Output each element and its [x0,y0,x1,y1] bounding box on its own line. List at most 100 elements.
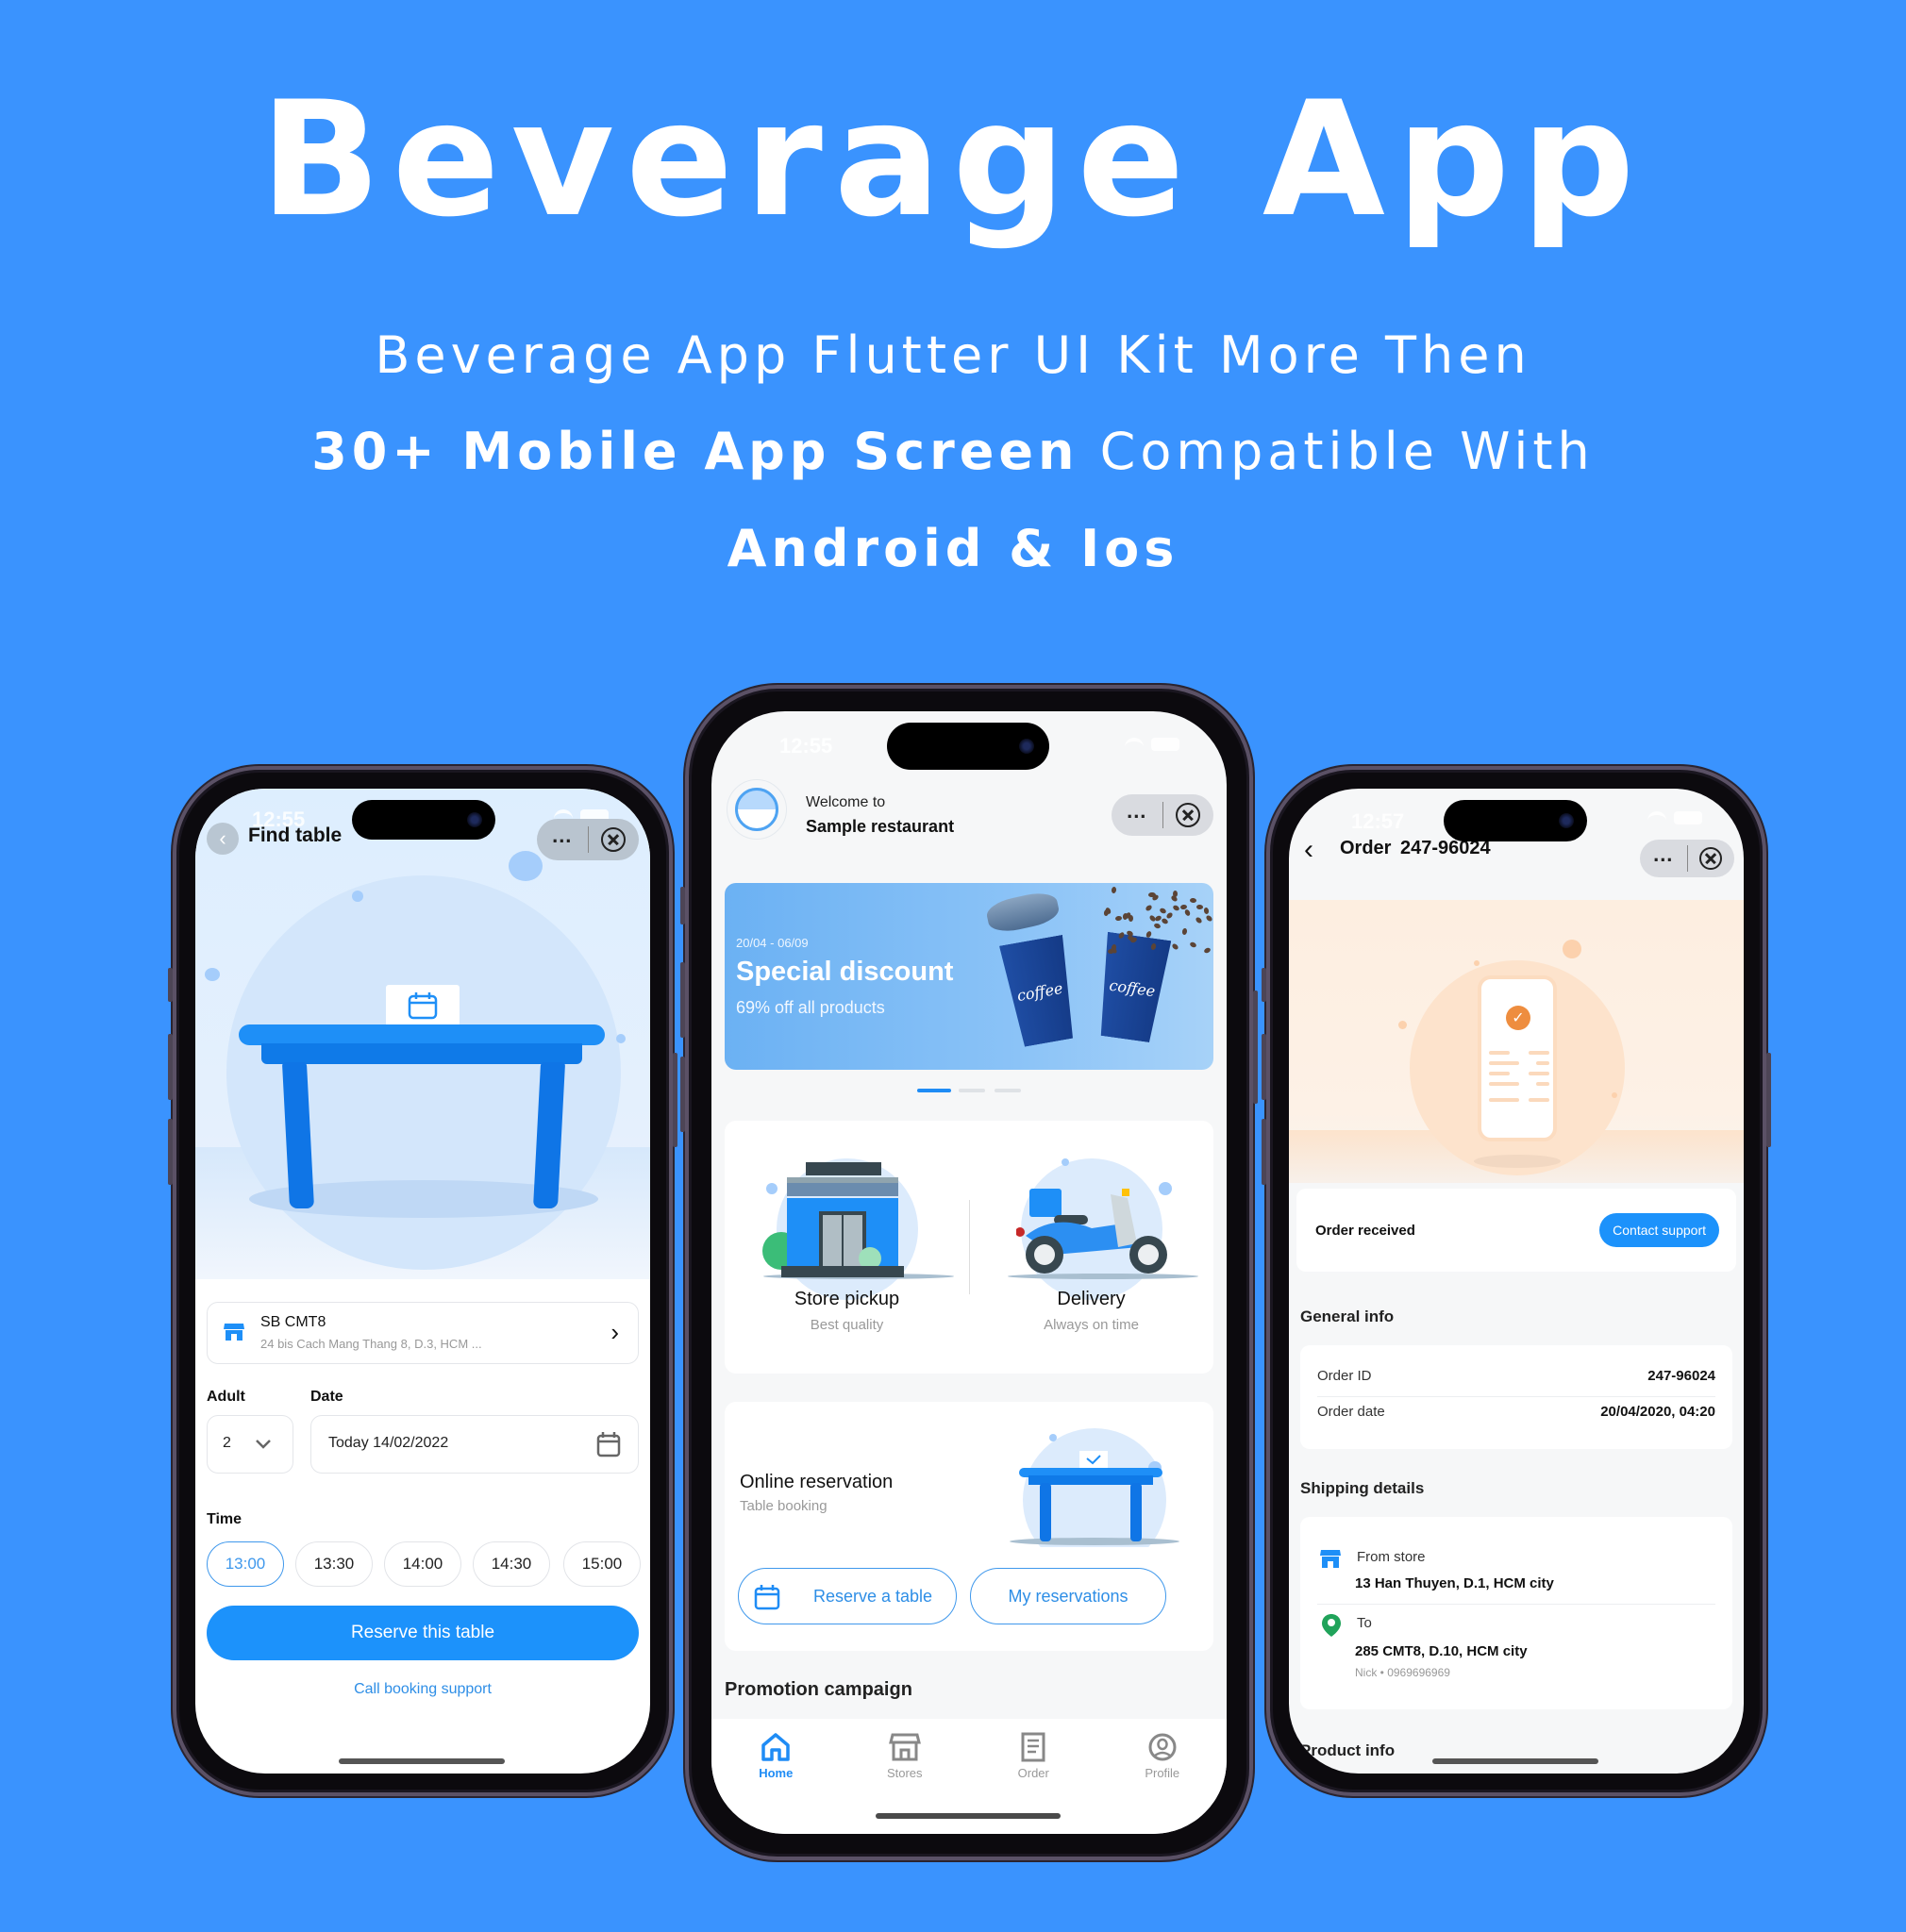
more-button[interactable]: ... [1640,844,1687,865]
close-button[interactable] [588,827,639,852]
promo-banner[interactable]: 20/04 - 06/09 Special discount 69% off a… [725,883,1213,1070]
recipient-info: Nick • 0969696969 [1355,1666,1450,1679]
mini-app-capsule: ... [1640,840,1734,877]
service-desc: Best quality [810,1317,884,1333]
service-name: Delivery [1057,1289,1126,1309]
pager-dot[interactable] [995,1089,1021,1092]
pager-dot[interactable] [959,1089,985,1092]
coffee-bean [1205,914,1213,923]
phone-power-button [673,1053,677,1147]
info-value: 20/04/2020, 04:20 [1600,1403,1715,1420]
coffee-bean [1203,946,1212,955]
service-desc: Always on time [1044,1317,1139,1333]
hero-subtitle-line-2: 30+ Mobile App Screen Compatible With [0,426,1906,477]
more-button[interactable]: ... [537,825,588,846]
store-selector[interactable]: SB CMT8 24 bis Cach Mang Thang 8, D.3, H… [207,1302,639,1364]
calendar-icon [596,1432,621,1457]
more-button[interactable]: ... [1112,801,1162,822]
restaurant-logo [727,779,787,840]
status-time: 12:55 [779,734,833,758]
date-label: Date [310,1389,343,1405]
table-illustration [195,789,650,1279]
status-time: 12:57 [1351,809,1405,833]
close-button[interactable] [1162,803,1213,827]
banner-title: Special discount [736,957,954,987]
contact-support-button[interactable]: Contact support [1599,1213,1719,1247]
coffee-bean [1114,915,1122,922]
date-field[interactable]: Today 14/02/2022 [310,1415,639,1474]
adult-select[interactable]: 2 [207,1415,293,1474]
time-label: Time [207,1511,242,1527]
chevron-left-icon: ‹ [1304,834,1313,865]
call-support-link[interactable]: Call booking support [195,1681,650,1698]
bubble [509,851,543,881]
hero-compat-text: Compatible With [1078,422,1595,481]
tab-stores[interactable]: Stores [841,1732,970,1780]
cup-lid [984,889,1062,936]
phone-volume-down [1262,1119,1266,1185]
back-button[interactable]: ‹ [207,823,239,855]
coffee-bean [1196,904,1204,909]
coffee-bean [1179,904,1187,910]
from-label: From store [1357,1549,1426,1565]
time-slot-chip[interactable]: 14:00 [384,1541,461,1587]
restaurant-name: Sample restaurant [806,817,955,836]
time-slot-chip[interactable]: 15:00 [563,1541,641,1587]
store-address: 24 bis Cach Mang Thang 8, D.3, HCM ... [260,1337,482,1351]
time-slot-chip[interactable]: 13:00 [207,1541,284,1587]
phone-volume-down [168,1119,173,1185]
close-button[interactable] [1687,847,1734,870]
home-icon [761,1733,790,1761]
coffee-bean [1189,941,1197,949]
tab-order[interactable]: Order [969,1732,1098,1780]
shipping-details-card: From store 13 Han Thuyen, D.1, HCM city … [1300,1517,1732,1709]
order-detail-screen: 12:57 ‹ Order 247-96024 ... ✓ Order rece… [1289,789,1744,1774]
promotion-campaign-heading: Promotion campaign [725,1679,912,1700]
reserve-table-button[interactable]: Reserve this table [207,1606,639,1660]
reservation-title: Online reservation [740,1472,894,1492]
coffee-bean [1203,907,1210,915]
coffee-bean [1171,942,1179,951]
tab-profile[interactable]: Profile [1098,1732,1228,1780]
adult-label: Adult [207,1389,245,1405]
reserve-a-table-button[interactable]: Reserve a table [738,1568,957,1624]
time-slot-chip[interactable]: 14:30 [473,1541,550,1587]
close-circle-icon [1176,803,1201,827]
date-value: Today 14/02/2022 [328,1435,449,1451]
store-pickup-option[interactable]: Store pickup Best quality [725,1121,969,1374]
store-icon [224,1324,244,1341]
pager-dot-active[interactable] [917,1089,951,1092]
banner-subtitle: 69% off all products [736,998,885,1017]
info-row: Order date 20/04/2020, 04:20 [1317,1394,1715,1428]
tab-label: Profile [1145,1766,1180,1780]
time-slot-chip[interactable]: 13:30 [295,1541,373,1587]
delivery-option[interactable]: Delivery Always on time [969,1121,1213,1374]
phone-find-table: 12:55 ‹ Find table ... SB CMT8 24 bis Ca… [168,766,677,1796]
info-row: Order ID 247-96024 [1317,1358,1715,1392]
chevron-down-icon [256,1440,271,1449]
phone-volume-down [680,1057,685,1132]
order-status-card: Order received Contact support [1296,1189,1736,1272]
chevron-left-icon: ‹ [219,826,226,850]
phone-action-button [168,968,173,1002]
close-circle-icon [1699,847,1723,870]
tab-home[interactable]: Home [711,1732,841,1780]
product-info-heading: Product info [1300,1741,1396,1759]
mini-app-capsule: ... [537,819,639,860]
battery-icon [1674,811,1702,824]
coffee-cup: coffee [1094,932,1172,1043]
back-button[interactable]: ‹ [1304,834,1313,866]
store-name: SB CMT8 [260,1314,326,1330]
my-reservations-button[interactable]: My reservations [970,1568,1166,1624]
hero-subtitle-line-1: Beverage App Flutter UI Kit More Then [375,325,1531,385]
bubble [352,891,363,902]
phone-order-detail: 12:57 ‹ Order 247-96024 ... ✓ Order rece… [1262,766,1771,1796]
banner-date-range: 20/04 - 06/09 [736,936,809,950]
home-indicator [339,1758,505,1764]
phone-action-button [1262,968,1266,1002]
calendar-card [386,985,460,1026]
phone-volume-up [168,1034,173,1100]
coffee-bean [1145,929,1153,939]
phone-power-button [1766,1053,1771,1147]
calendar-icon [408,992,438,1020]
